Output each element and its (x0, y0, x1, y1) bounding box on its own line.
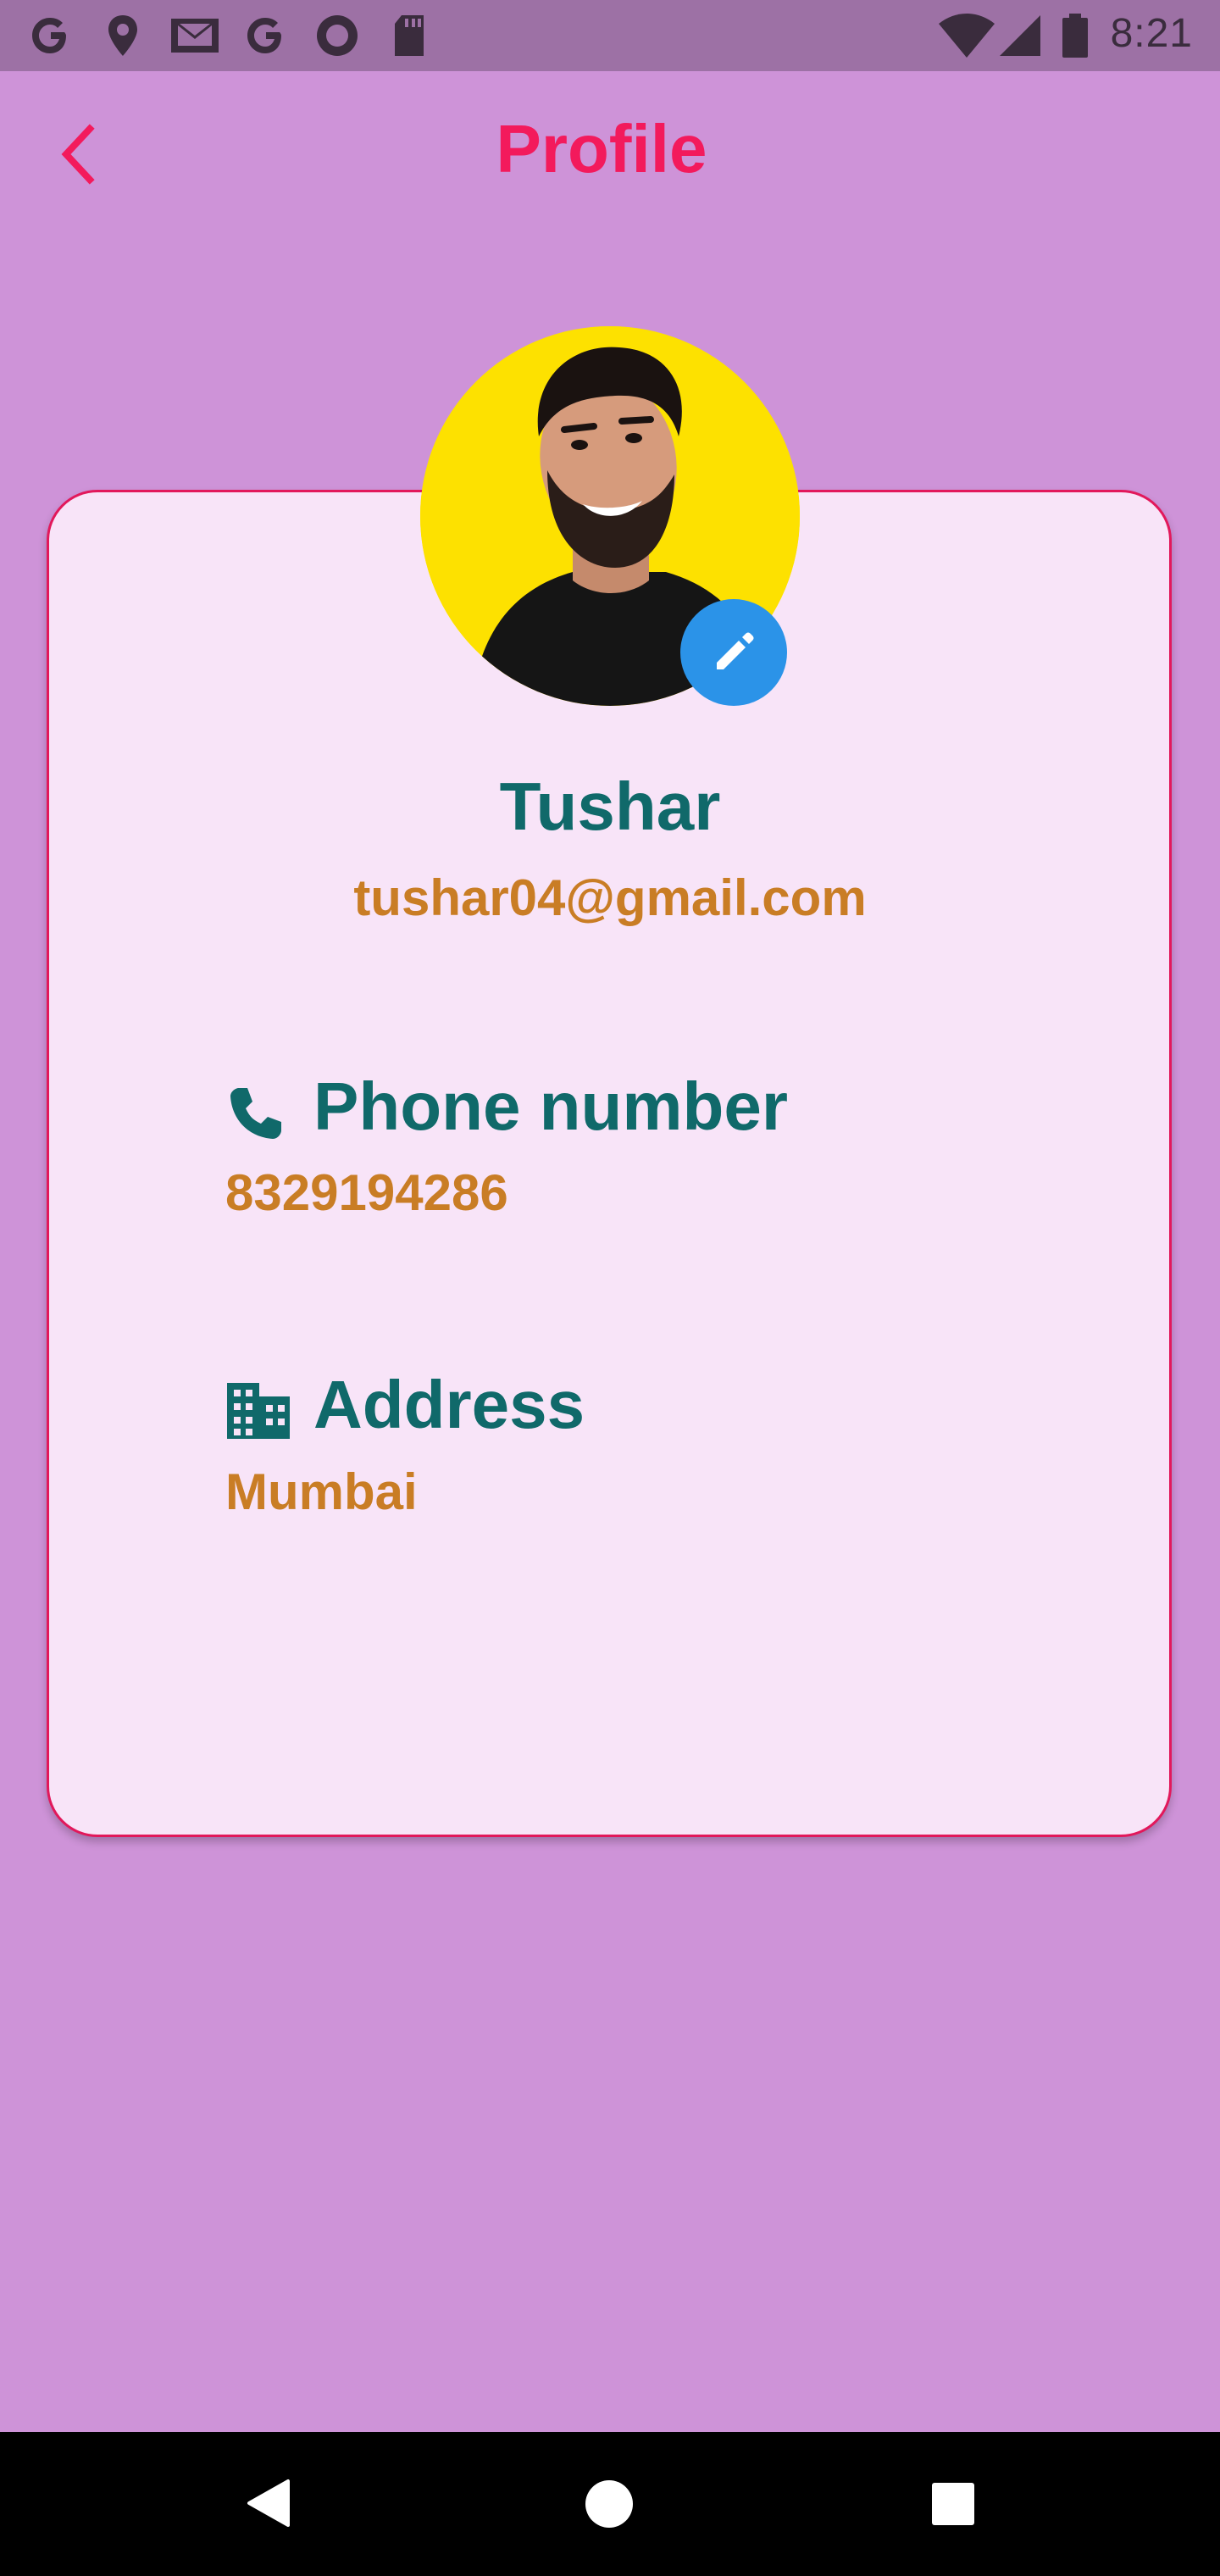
user-name: Tushar (499, 769, 721, 844)
sd-card-icon (395, 15, 424, 56)
building-icon (227, 1383, 290, 1439)
phone-label: Phone number (313, 1069, 789, 1144)
edit-avatar-button[interactable] (680, 599, 787, 706)
recents-square-icon[interactable] (930, 2481, 976, 2527)
status-bar: 8:21 (0, 0, 1220, 71)
phone-value: 8329194286 (225, 1164, 508, 1221)
google-icon (32, 18, 66, 53)
cellular-signal-icon (1000, 15, 1040, 56)
status-time: 8:21 (1110, 11, 1193, 56)
battery-icon (1062, 14, 1088, 58)
back-triangle-icon[interactable] (242, 2476, 293, 2530)
address-label: Address (313, 1367, 585, 1442)
home-circle-icon[interactable] (583, 2478, 635, 2530)
user-email: tushar04@gmail.com (353, 869, 867, 926)
pencil-icon (717, 632, 754, 669)
gmail-icon (171, 19, 219, 53)
phone-icon (230, 1088, 281, 1139)
location-pin-icon (108, 15, 137, 56)
nav-bar (0, 2432, 1220, 2576)
wifi-icon (939, 14, 995, 58)
circle-notification-icon (317, 15, 358, 56)
google-icon (247, 18, 281, 53)
page-title: Profile (496, 111, 707, 186)
address-value: Mumbai (225, 1463, 418, 1520)
